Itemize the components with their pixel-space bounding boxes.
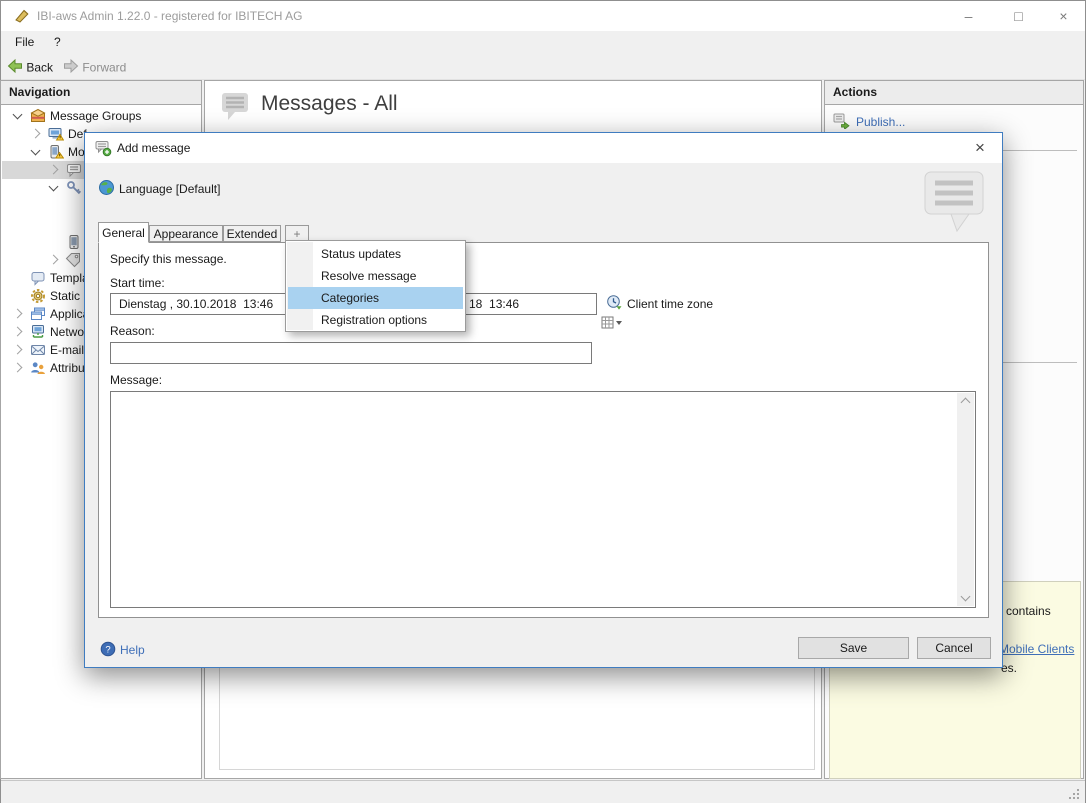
publish-icon bbox=[833, 112, 849, 128]
calendar-picker-icon[interactable] bbox=[568, 295, 594, 313]
menu-item-registration-options[interactable]: Registration options bbox=[288, 309, 463, 331]
category-dropdown-menu: Status updates Resolve message Categorie… bbox=[285, 240, 466, 332]
dialog-title: Add message bbox=[117, 141, 190, 155]
forward-button[interactable]: Forward bbox=[63, 58, 126, 77]
scroll-up-icon[interactable] bbox=[961, 398, 971, 408]
email-icon bbox=[30, 342, 46, 358]
message-label: Message: bbox=[110, 373, 162, 387]
help-icon: ? bbox=[100, 641, 115, 656]
client-time-zone-icon bbox=[606, 294, 622, 310]
gear-icon bbox=[30, 288, 46, 304]
template-icon bbox=[30, 270, 46, 286]
scroll-down-icon[interactable] bbox=[961, 592, 971, 602]
page-title: Messages - All bbox=[261, 92, 398, 116]
key-icon bbox=[66, 180, 82, 196]
back-button[interactable]: Back bbox=[7, 58, 53, 77]
menu-item-categories[interactable]: Categories bbox=[288, 287, 463, 309]
publish-link[interactable]: Publish... bbox=[856, 115, 905, 129]
reason-label: Reason: bbox=[110, 324, 155, 338]
chevron-down-icon[interactable] bbox=[49, 182, 59, 192]
tree-item-message-groups[interactable]: Message Groups bbox=[2, 107, 200, 125]
tab-general[interactable]: General bbox=[98, 222, 149, 243]
back-arrow-icon bbox=[7, 58, 23, 77]
phone-icon bbox=[66, 234, 82, 250]
chevron-right-icon[interactable] bbox=[13, 309, 23, 319]
menu-file[interactable]: File bbox=[15, 35, 34, 49]
message-icon bbox=[66, 162, 82, 178]
title-bar: IBI-aws Admin 1.22.0 - registered for IB… bbox=[1, 1, 1085, 31]
message-groups-icon bbox=[30, 108, 46, 124]
messages-bubble-icon bbox=[221, 91, 251, 126]
help-link[interactable]: Help bbox=[120, 643, 145, 657]
mobile-warning-icon bbox=[48, 144, 64, 160]
save-button[interactable]: Save bbox=[798, 637, 909, 659]
svg-text:?: ? bbox=[105, 645, 110, 656]
add-message-icon bbox=[95, 140, 111, 156]
tab-appearance[interactable]: Appearance bbox=[149, 225, 223, 242]
note-text-fragment: es. bbox=[1001, 661, 1017, 675]
resize-grip[interactable] bbox=[1069, 789, 1081, 803]
navigation-header: Navigation bbox=[1, 81, 201, 105]
menu-help[interactable]: ? bbox=[54, 35, 61, 49]
message-textarea[interactable] bbox=[110, 391, 976, 608]
window-title: IBI-aws Admin 1.22.0 - registered for IB… bbox=[37, 9, 302, 23]
reason-input[interactable] bbox=[110, 342, 592, 364]
menu-item-resolve-message[interactable]: Resolve message bbox=[288, 265, 463, 287]
tag-icon bbox=[65, 252, 81, 268]
add-message-dialog: Add message × Language [Default] General… bbox=[84, 132, 1003, 668]
menu-item-status-updates[interactable]: Status updates bbox=[288, 243, 463, 265]
minimize-button[interactable]: – bbox=[946, 1, 991, 31]
client-time-zone-label: Client time zone bbox=[627, 297, 713, 311]
applications-icon bbox=[30, 306, 46, 322]
close-button[interactable]: × bbox=[1041, 1, 1086, 31]
actions-header: Actions bbox=[825, 81, 1083, 105]
menu-bar: File ? bbox=[1, 31, 1085, 54]
cancel-button[interactable]: Cancel bbox=[917, 637, 991, 659]
general-tab-content: Specify this message. Start time: Dienst… bbox=[98, 242, 989, 618]
message-bubble-watermark bbox=[923, 169, 993, 242]
language-label: Language [Default] bbox=[119, 182, 220, 196]
chevron-right-icon[interactable] bbox=[49, 165, 59, 175]
chevron-right-icon[interactable] bbox=[49, 255, 59, 265]
chevron-right-icon[interactable] bbox=[31, 129, 41, 139]
start-time-label: Start time: bbox=[110, 276, 165, 290]
maximize-button[interactable]: □ bbox=[996, 1, 1041, 31]
app-icon bbox=[14, 8, 30, 24]
toolbar: Back Forward bbox=[1, 54, 1085, 80]
tab-extended[interactable]: Extended bbox=[223, 225, 281, 242]
textarea-scrollbar[interactable] bbox=[957, 393, 974, 606]
chevron-down-icon[interactable] bbox=[13, 110, 23, 120]
globe-icon bbox=[98, 179, 114, 195]
instruction-text: Specify this message. bbox=[110, 252, 227, 266]
attributes-icon bbox=[30, 360, 46, 376]
network-icon bbox=[30, 324, 46, 340]
chevron-down-icon[interactable] bbox=[31, 146, 41, 156]
note-text-fragment: contains bbox=[1006, 604, 1051, 618]
computer-warning-icon bbox=[48, 126, 64, 142]
app-window: IBI-aws Admin 1.22.0 - registered for IB… bbox=[0, 0, 1086, 803]
mobile-clients-link[interactable]: Mobile Clients bbox=[999, 642, 1074, 656]
dialog-title-bar: Add message × bbox=[85, 133, 1002, 163]
chevron-right-icon[interactable] bbox=[13, 363, 23, 373]
forward-arrow-icon bbox=[63, 58, 79, 77]
chevron-right-icon[interactable] bbox=[13, 345, 23, 355]
chevron-right-icon[interactable] bbox=[13, 327, 23, 337]
dialog-close-icon[interactable]: × bbox=[965, 137, 995, 159]
status-bar bbox=[1, 780, 1085, 803]
